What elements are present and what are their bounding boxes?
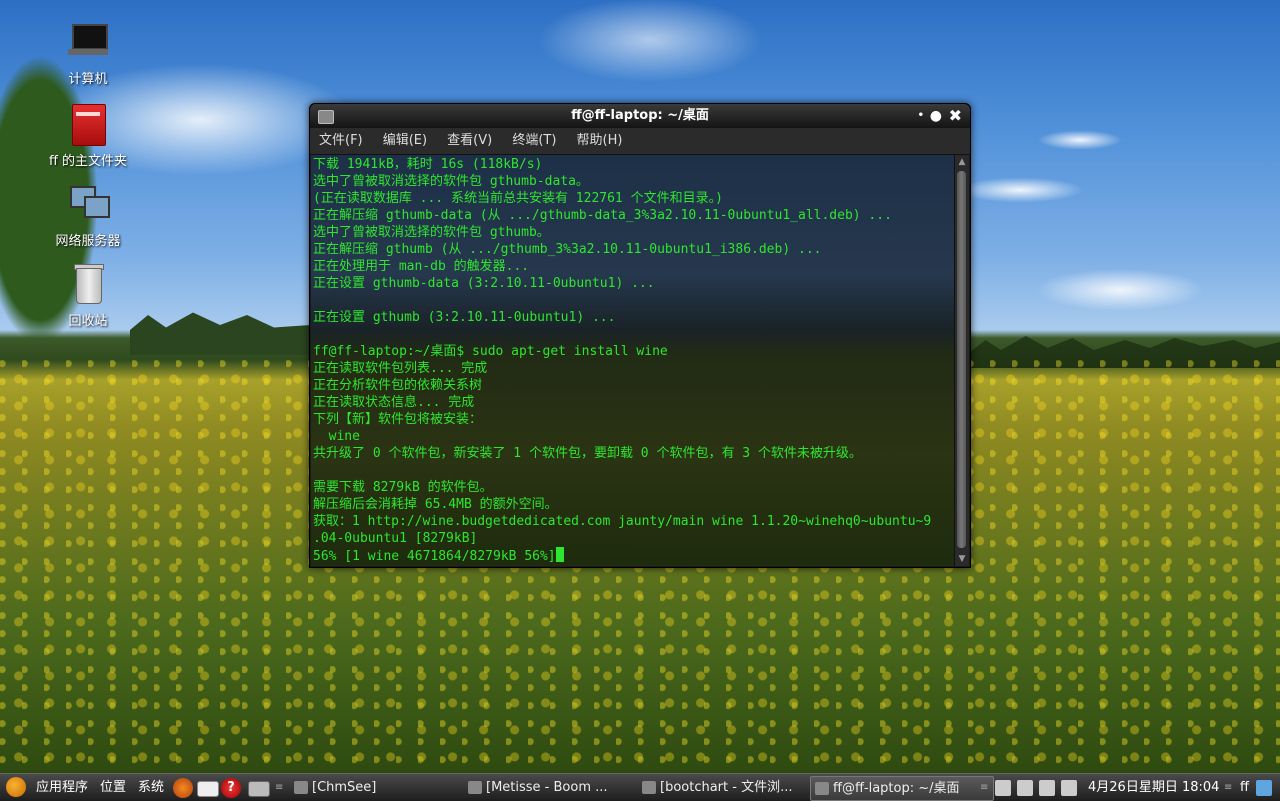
- terminal-window[interactable]: ff@ff-laptop: ~/桌面 • ● ✖ 文件(F) 编辑(E) 查看(…: [309, 103, 971, 568]
- trash-icon: [66, 262, 110, 306]
- gnome-foot-icon[interactable]: [6, 777, 26, 797]
- terminal-line: 正在处理用于 man-db 的触发器...: [313, 259, 530, 274]
- menu-applications[interactable]: 应用程序: [36, 774, 88, 801]
- progress-text: 56% [1 wine 4671864/8279kB 56%]: [313, 549, 556, 564]
- scroll-thumb[interactable]: [957, 171, 966, 548]
- menu-help[interactable]: 帮助(H): [571, 128, 629, 154]
- browser-icon: [468, 781, 482, 794]
- window-menu-icon[interactable]: [318, 110, 334, 124]
- window-titlebar[interactable]: ff@ff-laptop: ~/桌面 • ● ✖: [310, 104, 970, 128]
- terminal-line: 正在设置 gthumb-data (3:2.10.11-0ubuntu1) ..…: [313, 276, 655, 291]
- computer-icon: [66, 20, 110, 64]
- terminal-cursor: [555, 547, 564, 562]
- desktop-icon-trash[interactable]: 回收站: [40, 262, 136, 329]
- task-label: [ChmSee]: [312, 780, 377, 795]
- scroll-down-arrow-icon[interactable]: ▼: [955, 552, 969, 566]
- home-folder-icon: [66, 102, 110, 146]
- terminal-line: 解压缩后会消耗掉 65.4MB 的额外空间。: [313, 497, 558, 512]
- user-switcher-icon[interactable]: [1256, 780, 1272, 796]
- screenshot-icon[interactable]: [248, 781, 270, 797]
- panel-separator: ≡: [980, 782, 989, 793]
- help-icon[interactable]: ?: [221, 778, 241, 798]
- desktop-icon-label: ff 的主文件夹: [48, 154, 128, 169]
- panel-separator: ≡: [1224, 782, 1233, 793]
- terminal-line: .04-0ubuntu1 [8279kB]: [313, 531, 478, 546]
- task-terminal[interactable]: ff@ff-laptop: ~/桌面: [810, 776, 994, 801]
- desktop-icon-label: 网络服务器: [55, 234, 121, 249]
- terminal-line: 获取：1 http://wine.budgetdedicated.com jau…: [313, 514, 932, 529]
- terminal-line: 正在读取软件包列表... 完成: [313, 361, 488, 376]
- panel-separator: ≡: [275, 782, 284, 793]
- terminal-line: 正在解压缩 gthumb (从 .../gthumb_3%3a2.10.11-0…: [313, 242, 822, 257]
- task-bootchart[interactable]: [bootchart - 文件浏...: [638, 776, 820, 799]
- terminal-line: 下载 1941kB，耗时 16s (118kB/s): [313, 157, 543, 172]
- menu-edit[interactable]: 编辑(E): [377, 128, 433, 154]
- clock[interactable]: 4月26日星期日 18:04: [1088, 774, 1219, 801]
- update-notifier-icon[interactable]: [995, 780, 1011, 796]
- task-chmsee[interactable]: [ChmSee]: [290, 776, 472, 799]
- terminal-menubar: 文件(F) 编辑(E) 查看(V) 终端(T) 帮助(H): [310, 128, 970, 155]
- scroll-up-arrow-icon[interactable]: ▲: [955, 155, 969, 169]
- menu-places[interactable]: 位置: [100, 774, 126, 801]
- maximize-button[interactable]: ●: [930, 104, 942, 128]
- desktop-icon-label: 回收站: [68, 314, 108, 329]
- terminal-line: wine: [313, 429, 360, 444]
- terminal-output[interactable]: 下载 1941kB，耗时 16s (118kB/s) 选中了曾被取消选择的软件包…: [311, 155, 954, 566]
- terminal-line: 正在解压缩 gthumb-data (从 .../gthumb-data_3%3…: [313, 208, 892, 223]
- network-icon: [66, 182, 110, 226]
- terminal-line: 选中了曾被取消选择的软件包 gthumb。: [313, 225, 550, 240]
- terminal-progress-line: 56% [1 wine 4671864/8279kB 56%]: [313, 547, 954, 564]
- chmsee-icon: [294, 781, 308, 794]
- bottom-panel: 应用程序 位置 系统 ? ≡ [ChmSee] [Metisse - Boom …: [0, 773, 1280, 801]
- terminal-line: 下列【新】软件包将被安装：: [313, 412, 483, 427]
- desktop-icon-home-folder[interactable]: ff 的主文件夹: [40, 102, 136, 169]
- volume-icon[interactable]: [1061, 780, 1077, 796]
- keyboard-icon[interactable]: [1039, 780, 1055, 796]
- terminal-line: 需要下载 8279kB 的软件包。: [313, 480, 493, 495]
- task-label: [bootchart - 文件浏...: [660, 780, 793, 795]
- menu-terminal[interactable]: 终端(T): [506, 128, 562, 154]
- wallpaper-treeline-left: [130, 312, 310, 355]
- terminal-line: (正在读取数据库 ... 系统当前总共安装有 122761 个文件和目录。): [313, 191, 723, 206]
- firefox-icon[interactable]: [173, 778, 193, 798]
- terminal-scrollbar[interactable]: ▲ ▼: [954, 155, 969, 566]
- terminal-line: 正在设置 gthumb (3:2.10.11-0ubuntu1) ...: [313, 310, 616, 325]
- terminal-line: 正在读取状态信息... 完成: [313, 395, 475, 410]
- terminal-line: ff@ff-laptop:~/桌面$ sudo apt-get install …: [313, 344, 668, 359]
- task-metisse[interactable]: [Metisse - Boom ...: [464, 776, 646, 799]
- window-title: ff@ff-laptop: ~/桌面: [571, 108, 709, 123]
- terminal-line: 正在分析软件包的依赖关系树: [313, 378, 483, 393]
- close-button[interactable]: ✖: [949, 104, 962, 128]
- menu-view[interactable]: 查看(V): [441, 128, 498, 154]
- desktop-icon-computer[interactable]: 计算机: [40, 20, 136, 87]
- menu-system[interactable]: 系统: [138, 774, 164, 801]
- terminal-line: 选中了曾被取消选择的软件包 gthumb-data。: [313, 174, 589, 189]
- mail-icon[interactable]: [197, 781, 219, 797]
- network-status-icon[interactable]: [1017, 780, 1033, 796]
- task-label: ff@ff-laptop: ~/桌面: [833, 781, 960, 796]
- desktop-icon-label: 计算机: [68, 72, 108, 87]
- menu-file[interactable]: 文件(F): [313, 128, 369, 154]
- task-label: [Metisse - Boom ...: [486, 780, 608, 795]
- desktop-icon-network[interactable]: 网络服务器: [40, 182, 136, 249]
- terminal-icon: [815, 782, 829, 795]
- terminal-line: 共升级了 0 个软件包，新安装了 1 个软件包，要卸载 0 个软件包，有 3 个…: [313, 446, 862, 461]
- file-browser-icon: [642, 781, 656, 794]
- user-name[interactable]: ff: [1240, 774, 1249, 801]
- minimize-button[interactable]: •: [918, 104, 924, 128]
